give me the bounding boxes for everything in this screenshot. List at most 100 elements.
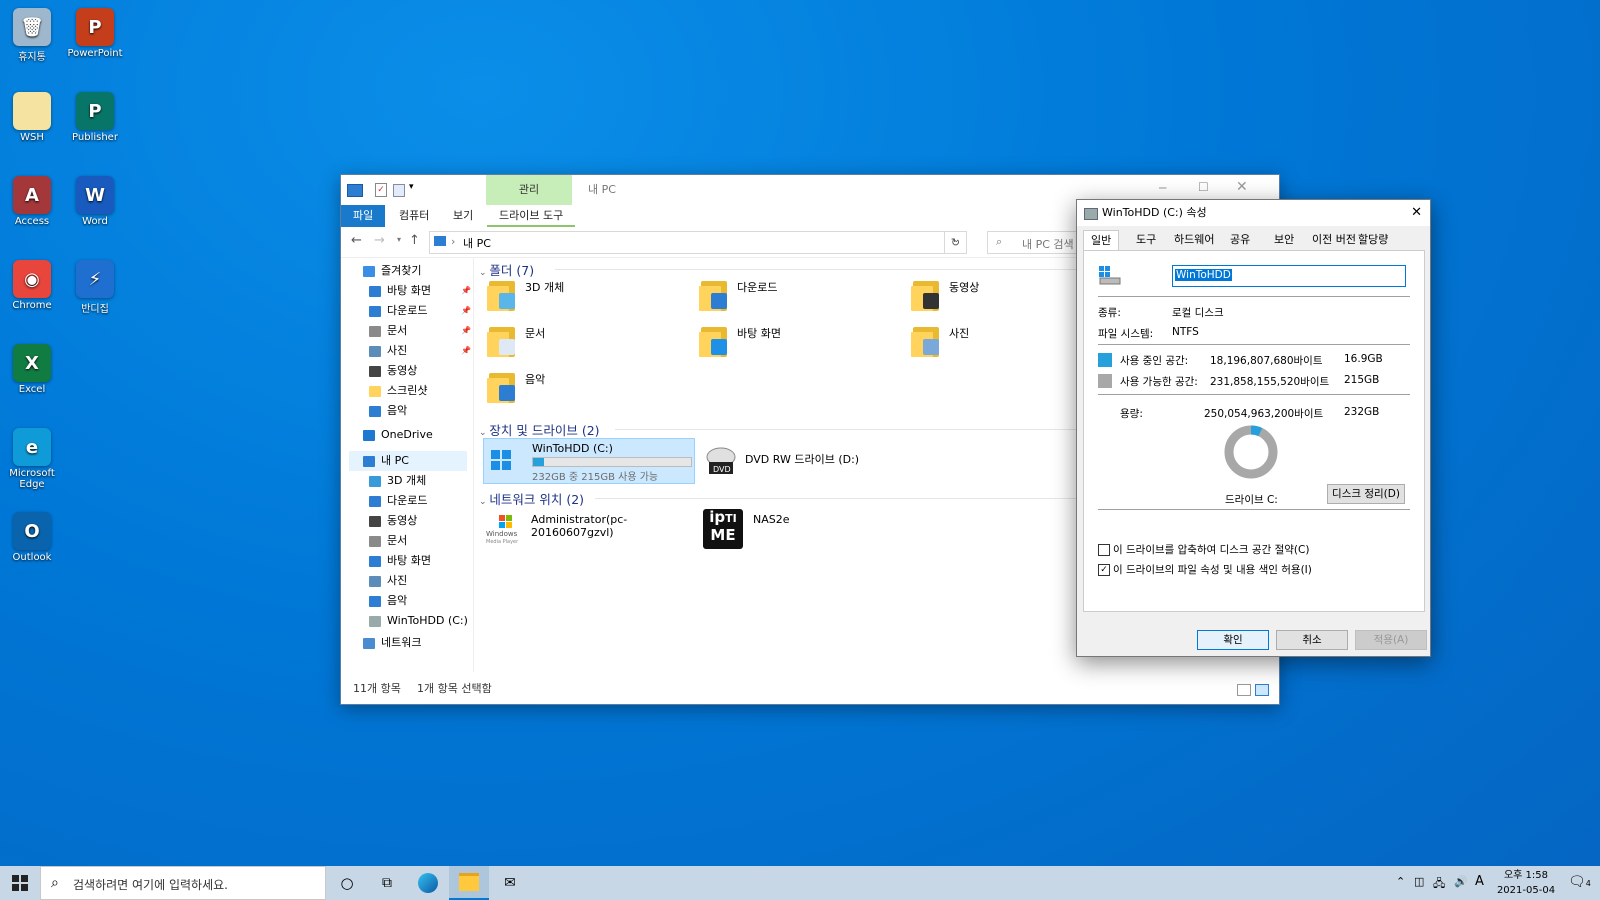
drive-d-item[interactable]: DVD DVD RW 드라이브 (D:): [697, 438, 897, 482]
nav-quick-item[interactable]: 바탕 화면 📌: [369, 281, 471, 301]
disk-cleanup-button[interactable]: 디스크 정리(D): [1327, 484, 1405, 504]
nav-item-label: 동영상: [387, 514, 418, 527]
desktop-icon[interactable]: ⚡ 반디집: [64, 254, 126, 315]
network-location-label: NAS2e: [753, 513, 790, 526]
forward-arrow-icon[interactable]: →: [374, 233, 385, 248]
nav-quick-item[interactable]: 문서 📌: [369, 321, 471, 341]
back-arrow-icon[interactable]: ←: [351, 233, 362, 248]
network-section-header[interactable]: ⌄ 네트워크 위치 (2): [479, 489, 584, 508]
dialog-close-button[interactable]: ✕: [1411, 200, 1422, 226]
volume-icon[interactable]: 🔊: [1454, 875, 1468, 888]
mail-taskbar-icon[interactable]: ✉: [490, 866, 530, 900]
desktop-icon[interactable]: e Microsoft Edge: [1, 422, 63, 490]
nav-quick-access[interactable]: 즐겨찾기: [363, 261, 421, 281]
nav-onedrive[interactable]: OneDrive: [363, 425, 433, 445]
cancel-button[interactable]: 취소: [1276, 630, 1348, 650]
devices-section-header[interactable]: ⌄ 장치 및 드라이브 (2): [479, 420, 600, 439]
manage-context-tab[interactable]: 관리: [486, 175, 572, 205]
dialog-tab[interactable]: 하드웨어: [1167, 230, 1221, 250]
nav-this-pc[interactable]: 내 PC: [349, 451, 467, 471]
drive-c-item[interactable]: WinToHDD (C:) 232GB 중 215GB 사용 가능: [483, 438, 695, 484]
clock[interactable]: 오후 1:58 2021-05-04: [1496, 868, 1556, 898]
nav-pc-item[interactable]: 문서: [369, 531, 407, 551]
tab-computer[interactable]: 컴퓨터: [387, 205, 441, 227]
network-icon[interactable]: 🖧: [1433, 875, 1445, 894]
address-bar[interactable]: › 내 PC ⌄: [429, 231, 967, 254]
desktop-icon[interactable]: ◉ Chrome: [1, 254, 63, 311]
minimize-button[interactable]: ─: [1159, 181, 1166, 195]
file-explorer-taskbar-icon[interactable]: [449, 866, 489, 900]
desktop-icon[interactable]: A Access: [1, 170, 63, 227]
folder-item[interactable]: 바탕 화면: [699, 323, 899, 367]
customize-quick-access-icon[interactable]: ▾: [409, 182, 414, 192]
nav-pc-item[interactable]: 3D 개체: [369, 471, 426, 491]
task-view-icon[interactable]: ⧉: [367, 866, 407, 900]
desktop-icon-label: Word: [82, 216, 108, 227]
folder-item[interactable]: 음악: [487, 369, 687, 413]
dialog-tab[interactable]: 도구: [1129, 230, 1163, 250]
cortana-icon[interactable]: ○: [327, 866, 367, 900]
dialog-tab[interactable]: 보안: [1267, 230, 1301, 250]
refresh-icon[interactable]: ↻: [944, 231, 967, 254]
dialog-tab[interactable]: 할당량: [1351, 230, 1395, 250]
breadcrumb[interactable]: 내 PC: [463, 235, 491, 251]
tab-view[interactable]: 보기: [441, 205, 485, 227]
nav-network[interactable]: 네트워크: [363, 633, 421, 653]
properties-quick-icon[interactable]: ✓: [375, 183, 387, 197]
svg-text:Windows: Windows: [486, 530, 518, 538]
desktop-icon[interactable]: X Excel: [1, 338, 63, 395]
large-icons-view-icon[interactable]: [1255, 684, 1269, 696]
index-option[interactable]: ✓ 이 드라이브의 파일 속성 및 내용 색인 허용(I): [1098, 562, 1312, 577]
desktop-icon[interactable]: W Word: [64, 170, 126, 227]
folder-item[interactable]: 다운로드: [699, 277, 899, 321]
recent-locations-icon[interactable]: ▾: [397, 235, 401, 244]
desktop-icon[interactable]: P PowerPoint: [64, 2, 126, 59]
folder-item[interactable]: 문서: [487, 323, 687, 367]
dialog-tab[interactable]: 일반: [1083, 230, 1120, 252]
nav-pc-item[interactable]: 다운로드: [369, 491, 427, 511]
meet-now-icon[interactable]: ◫: [1414, 875, 1424, 888]
new-folder-quick-icon[interactable]: [393, 184, 405, 197]
nav-quick-item[interactable]: 사진 📌: [369, 341, 471, 361]
desktop-icon[interactable]: WSH: [1, 86, 63, 143]
compress-checkbox[interactable]: [1098, 544, 1110, 556]
desktop-icon[interactable]: 🗑 휴지통: [1, 2, 63, 63]
ok-button[interactable]: 확인: [1197, 630, 1269, 650]
notification-center-icon[interactable]: 🗨4: [1568, 874, 1591, 890]
edge-taskbar-icon[interactable]: [408, 866, 448, 900]
network-location-item[interactable]: Windows Media Player Administrator(pc-201…: [483, 507, 683, 551]
nav-pc-item[interactable]: 사진: [369, 571, 407, 591]
nav-pc-item[interactable]: WinToHDD (C:): [369, 611, 468, 631]
taskbar-search-input[interactable]: ⌕ 검색하려면 여기에 입력하세요.: [40, 866, 326, 900]
nav-pc-item[interactable]: 동영상: [369, 511, 417, 531]
tab-file[interactable]: 파일: [341, 205, 386, 227]
close-button[interactable]: ✕: [1236, 179, 1248, 195]
nav-pc-item[interactable]: 바탕 화면: [369, 551, 431, 571]
network-location-item[interactable]: ipTI ME NAS2e: [697, 507, 897, 551]
show-hidden-icons-icon[interactable]: ⌃: [1396, 875, 1405, 888]
dialog-tab[interactable]: 공유: [1223, 230, 1257, 250]
collapse-icon: ⌄: [479, 428, 490, 438]
nav-quick-item[interactable]: 동영상: [369, 361, 417, 381]
up-arrow-icon[interactable]: ↑: [409, 233, 420, 248]
nav-quick-item[interactable]: 음악: [369, 401, 407, 421]
ime-indicator[interactable]: A: [1475, 874, 1484, 889]
drive-name-input[interactable]: WinToHDD: [1172, 265, 1406, 287]
nav-quick-item[interactable]: 스크린샷: [369, 381, 427, 401]
maximize-button[interactable]: ☐: [1198, 180, 1209, 194]
desktop-icon[interactable]: P Publisher: [64, 86, 126, 143]
index-checkbox[interactable]: ✓: [1098, 564, 1110, 576]
nav-quick-item[interactable]: 다운로드 📌: [369, 301, 471, 321]
tab-drive-tools[interactable]: 드라이브 도구: [487, 205, 576, 227]
folder-item[interactable]: 3D 개체: [487, 277, 687, 321]
folder-label: 3D 개체: [525, 281, 565, 294]
start-button[interactable]: [0, 866, 40, 900]
index-label: 이 드라이브의 파일 속성 및 내용 색인 허용(I): [1113, 564, 1312, 576]
wsh-folder-icon: [13, 92, 51, 130]
pin-icon: 📌: [461, 306, 471, 315]
details-view-icon[interactable]: [1237, 684, 1251, 696]
desktop-icon[interactable]: O Outlook: [1, 506, 63, 563]
apply-button[interactable]: 적용(A): [1355, 630, 1427, 650]
compress-option[interactable]: 이 드라이브를 압축하여 디스크 공간 절약(C): [1098, 542, 1309, 557]
nav-pc-item[interactable]: 음악: [369, 591, 407, 611]
